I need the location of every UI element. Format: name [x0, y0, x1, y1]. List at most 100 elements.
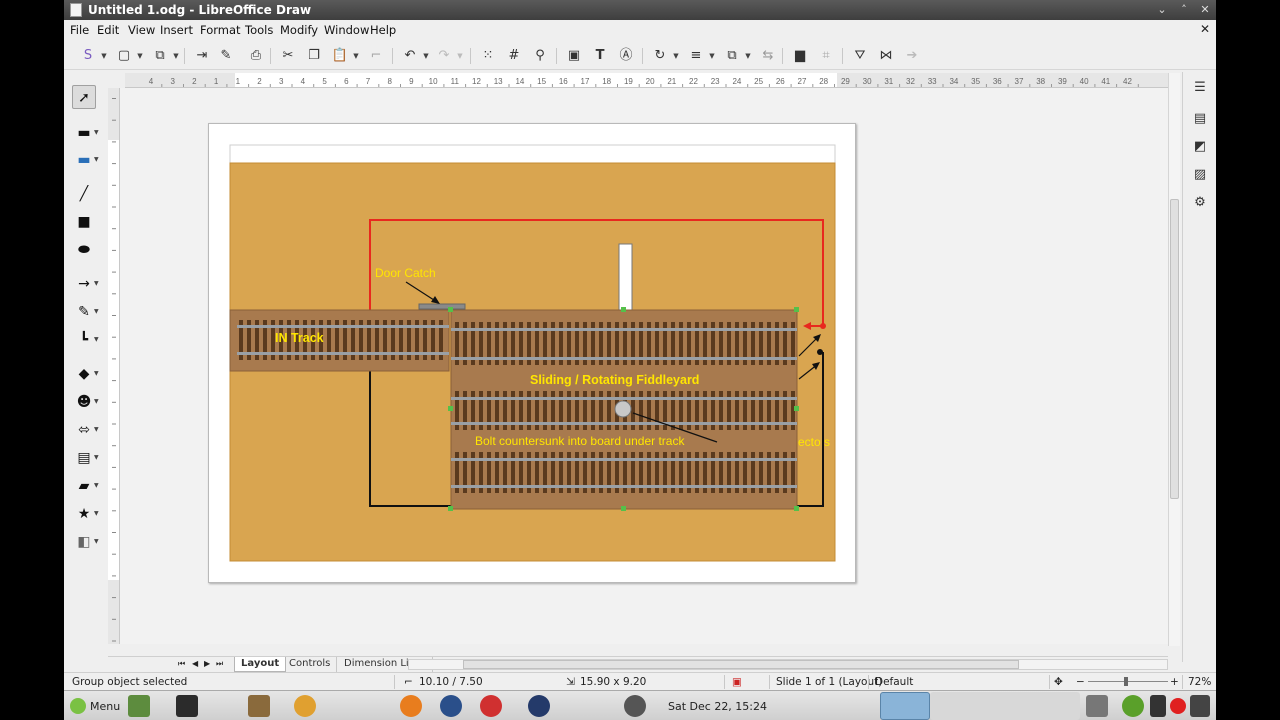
vertical-scroll-thumb[interactable] — [1170, 199, 1179, 499]
menu-window[interactable]: Window — [324, 23, 369, 37]
connectors-icon[interactable]: ┗ — [72, 328, 96, 352]
fill-color-icon[interactable]: ▬ — [72, 148, 96, 172]
maximize-button[interactable]: ˄ — [1176, 2, 1192, 18]
record-icon[interactable] — [1170, 698, 1186, 714]
next-tab-icon[interactable]: ▶ — [204, 659, 210, 668]
close-window-button[interactable]: ✕ — [1197, 2, 1213, 18]
arrange-icon[interactable]: ⧉ — [722, 46, 742, 66]
first-tab-icon[interactable]: ⏮ — [178, 659, 185, 669]
door-catch[interactable] — [418, 303, 466, 310]
menu-modify[interactable]: Modify — [280, 23, 318, 37]
lines-arrows-icon[interactable]: → — [72, 272, 96, 296]
basic-shapes-dropdown-icon[interactable]: ▼ — [94, 370, 102, 377]
menu-format[interactable]: Format — [200, 23, 241, 37]
mint-menu-icon[interactable] — [70, 698, 86, 714]
minimize-button[interactable]: ⌄ — [1154, 2, 1170, 18]
update-shield-icon[interactable] — [1122, 695, 1144, 717]
drawing-canvas[interactable]: Door Catch IN Track Sliding / Rotating F… — [120, 88, 1168, 644]
line-tool-icon[interactable]: ╱ — [72, 182, 96, 206]
3d-objects-dropdown-icon[interactable]: ▼ — [94, 538, 102, 545]
zoom-level[interactable]: 72% — [1188, 676, 1211, 688]
insert-image-icon[interactable]: ▣ — [564, 46, 584, 66]
fiddleyard-label[interactable]: Sliding / Rotating Fiddleyard — [530, 373, 699, 387]
undo-icon[interactable]: ↶ — [400, 46, 420, 66]
connectors-label[interactable]: ecto s — [798, 435, 830, 449]
draw-window-button[interactable] — [880, 692, 930, 720]
audio-icon[interactable] — [1086, 695, 1108, 717]
symbol-shapes-dropdown-icon[interactable]: ▼ — [94, 398, 102, 405]
curves-icon[interactable]: ✎ — [72, 300, 96, 324]
last-tab-icon[interactable]: ⏭ — [216, 659, 223, 669]
file-manager-icon[interactable] — [248, 695, 270, 717]
menu-view[interactable]: View — [128, 23, 155, 37]
prev-tab-icon[interactable]: ◀ — [192, 659, 198, 668]
close-document-icon[interactable]: ✕ — [1200, 22, 1210, 36]
export-pdf-icon[interactable]: ✎ — [216, 46, 236, 66]
copy-icon[interactable]: ❐ — [304, 46, 324, 66]
arrange-dropdown-icon[interactable]: ▼ — [744, 46, 752, 66]
zoom-in-icon[interactable]: + — [1170, 676, 1179, 688]
redo-dropdown-icon[interactable]: ▼ — [456, 46, 464, 66]
slide-layout-dropdown-icon[interactable]: ▼ — [172, 46, 180, 66]
callouts-dropdown-icon[interactable]: ▼ — [94, 482, 102, 489]
menu-edit[interactable]: Edit — [97, 23, 119, 37]
connectors-dropdown-icon[interactable]: ▼ — [94, 336, 102, 343]
paste-icon[interactable]: 📋 — [330, 46, 350, 66]
users-icon[interactable] — [294, 695, 316, 717]
gallery-icon[interactable]: ▨ — [1190, 165, 1210, 185]
curves-dropdown-icon[interactable]: ▼ — [94, 308, 102, 315]
terminal-icon[interactable] — [176, 695, 198, 717]
system-monitor-icon[interactable] — [480, 695, 502, 717]
styles-dropdown-icon[interactable]: ▼ — [100, 46, 108, 66]
clock[interactable]: Sat Dec 22, 15:24 — [668, 700, 767, 713]
properties-icon[interactable]: ▤ — [1190, 109, 1210, 129]
slide-layout-icon[interactable]: ⧉ — [150, 46, 170, 66]
zoom-out-icon[interactable]: − — [1076, 676, 1085, 688]
pen-icon[interactable] — [1150, 695, 1166, 717]
clone-formatting-icon[interactable]: ⌐ — [366, 46, 386, 66]
insert-text-icon[interactable]: T — [590, 46, 610, 66]
document-modified-icon[interactable]: ▣ — [732, 676, 742, 688]
distribute-icon[interactable]: ⇆ — [758, 46, 778, 66]
menu-tools[interactable]: Tools — [245, 23, 273, 37]
bolt[interactable] — [614, 400, 632, 418]
align-dropdown-icon[interactable]: ▼ — [708, 46, 716, 66]
fit-page-icon[interactable]: ✥ — [1054, 676, 1063, 688]
flowchart-dropdown-icon[interactable]: ▼ — [94, 454, 102, 461]
undo-dropdown-icon[interactable]: ▼ — [422, 46, 430, 66]
toggle-extrusion-icon[interactable]: ➔ — [902, 46, 922, 66]
stars-icon[interactable]: ★ — [72, 502, 96, 526]
export-icon[interactable]: ⇥ — [192, 46, 212, 66]
styles-sidebar-icon[interactable]: ◩ — [1190, 137, 1210, 157]
3d-objects-icon[interactable]: ◧ — [72, 530, 96, 554]
tab-layout[interactable]: Layout — [234, 657, 287, 672]
firefox-icon[interactable] — [400, 695, 422, 717]
snap-lines-icon[interactable]: # — [504, 46, 524, 66]
zoom-icon[interactable]: ⚲ — [530, 46, 550, 66]
menu-label[interactable]: Menu — [90, 700, 120, 713]
navigator-icon[interactable]: ⚙ — [1190, 193, 1210, 213]
flowchart-icon[interactable]: ▤ — [72, 446, 96, 470]
screen-recorder-icon[interactable] — [624, 695, 646, 717]
lines-arrows-dropdown-icon[interactable]: ▼ — [94, 280, 102, 287]
rectangle-tool-icon[interactable]: ■ — [72, 210, 96, 234]
horizontal-scrollbar[interactable] — [408, 659, 1168, 670]
menu-insert[interactable]: Insert — [160, 23, 193, 37]
print-icon[interactable]: ⎙ — [246, 46, 266, 66]
volume-icon[interactable] — [1190, 695, 1210, 717]
zoom-slider[interactable] — [1088, 681, 1168, 682]
zoom-slider-handle[interactable] — [1124, 677, 1128, 686]
basic-shapes-icon[interactable]: ◆ — [72, 362, 96, 386]
shadow-icon[interactable]: ▆ — [790, 46, 810, 66]
align-icon[interactable]: ≡ — [686, 46, 706, 66]
rotate-dropdown-icon[interactable]: ▼ — [672, 46, 680, 66]
line-color-icon[interactable]: ▬ — [72, 121, 96, 145]
redo-icon[interactable]: ↷ — [434, 46, 454, 66]
crop-icon[interactable]: ⌗ — [816, 46, 836, 66]
white-post[interactable] — [618, 243, 633, 311]
bolt-label[interactable]: Bolt countersunk into board under track — [475, 434, 685, 448]
vertical-scrollbar[interactable] — [1168, 73, 1180, 646]
sidebar-menu-icon[interactable]: ☰ — [1190, 78, 1210, 98]
in-track-label[interactable]: IN Track — [275, 331, 324, 345]
block-arrows-dropdown-icon[interactable]: ▼ — [94, 426, 102, 433]
